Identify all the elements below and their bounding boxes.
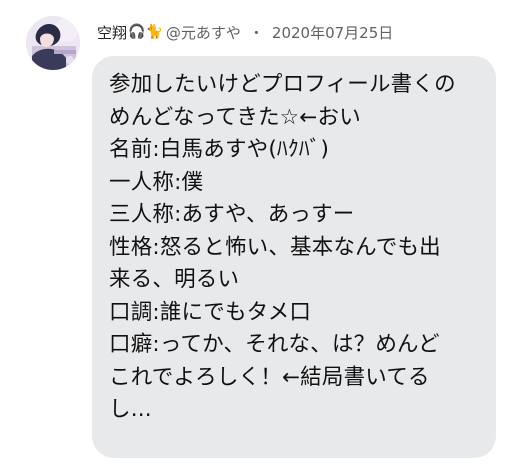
message-line: めんどなってきた☆←おい <box>109 104 361 130</box>
message-line: 三人称:あすや、あっすー <box>109 202 355 227</box>
message-line: これでよろしく！←結局書いてる <box>109 364 430 390</box>
message-line: 一人称:僕 <box>109 169 204 195</box>
post-header: 空翔 🎧🐈 @元あすや ・ 2020年07月25日 <box>97 21 393 43</box>
message-line: 来る、明るい <box>109 267 240 292</box>
message-line: 参加したいけどプロフィール書くの <box>109 72 456 97</box>
message-line: 口調:誰にでもタメ口 <box>109 299 312 325</box>
message-bubble: 参加したいけどプロフィール書くの めんどなってきた☆←おい 名前:白馬あすや(ﾊ… <box>92 56 496 458</box>
author-handle[interactable]: @元あすや <box>166 22 241 43</box>
post-date[interactable]: 2020年07月25日 <box>272 22 393 43</box>
message-line: 性格:怒ると怖い、基本なんでも出 <box>109 234 441 260</box>
message-line: 口癖:ってか、それな、は？めんど <box>109 332 440 357</box>
author-name[interactable]: 空翔 <box>97 22 127 43</box>
message-line: し... <box>109 397 152 422</box>
avatar[interactable] <box>26 16 80 70</box>
message-line: 名前:白馬あすや(ﾊｸﾊﾞ) <box>109 137 330 162</box>
separator-dot: ・ <box>248 23 264 42</box>
avatar-image <box>26 16 80 70</box>
author-emoji: 🎧🐈 <box>128 24 163 40</box>
